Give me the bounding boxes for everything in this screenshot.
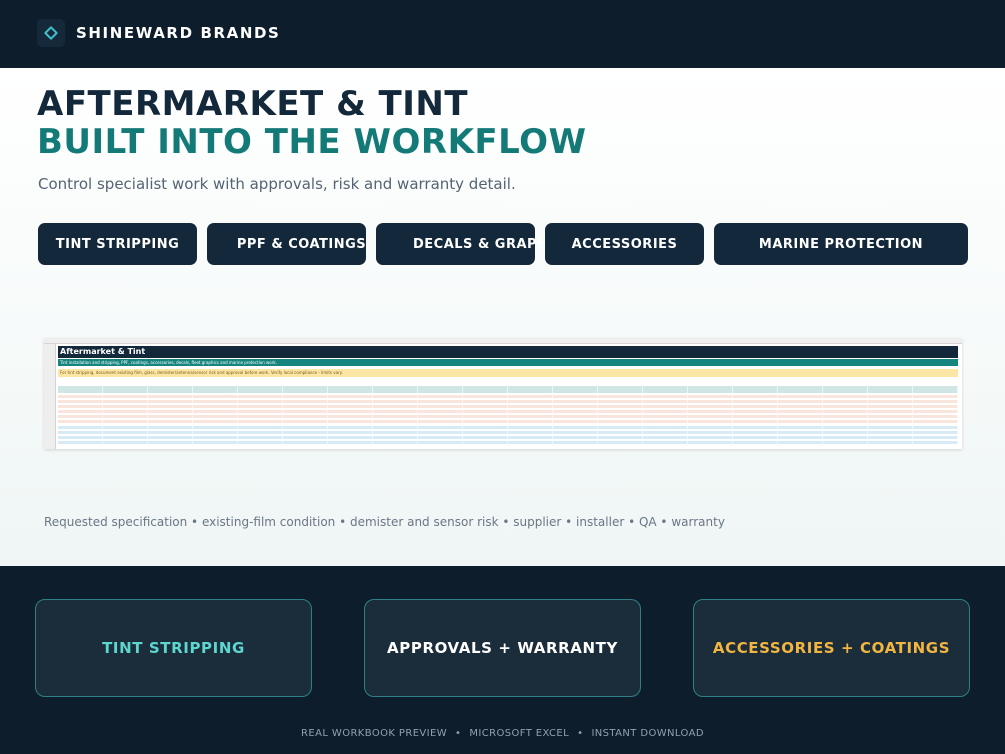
sheet-title: Aftermarket & Tint [58, 346, 958, 358]
sheet-warning-band: For tint stripping, document existing fi… [58, 369, 958, 377]
footer-item-preview: REAL WORKBOOK PREVIEW [301, 728, 448, 739]
tab-decals-graphics[interactable]: DECALS & GRAPHICS [376, 223, 573, 265]
brand-logo[interactable] [37, 19, 65, 47]
workbook-preview-image: Aftermarket & Tint Tint installation and… [44, 338, 962, 449]
footer-item-download: INSTANT DOWNLOAD [591, 728, 704, 739]
brand-name[interactable]: SHINEWARD BRANDS [76, 24, 280, 42]
tab-accessories[interactable]: ACCESSORIES [545, 223, 704, 265]
footer-separator: • [577, 728, 584, 739]
tab-ppf-coatings[interactable]: PPF & COATINGS [207, 223, 366, 265]
top-header: SHINEWARD BRANDS [0, 0, 1005, 68]
feature-caption: Requested specification • existing-film … [44, 515, 725, 529]
footer-separator: • [455, 728, 462, 739]
tab-tint-stripping[interactable]: TINT STRIPPING [38, 223, 197, 265]
footer-strip: REAL WORKBOOK PREVIEW • MICROSOFT EXCEL • IN… [0, 728, 1005, 739]
diamond-icon [43, 25, 59, 41]
card-approvals-warranty[interactable]: APPROVALS + WARRANTY [364, 599, 641, 697]
hero-subtitle: Control specialist work with approvals, … [38, 175, 516, 193]
card-accessories-coatings[interactable]: ACCESSORIES + COATINGS [693, 599, 970, 697]
sheet-column-grid [58, 386, 958, 446]
sheet-row-headers [44, 344, 56, 449]
tab-marine-protection[interactable]: MARINE PROTECTION [714, 223, 968, 265]
sheet-column-headers [44, 338, 962, 344]
hero-title-line2: BUILT INTO THE WORKFLOW [37, 122, 587, 162]
card-tint-stripping[interactable]: TINT STRIPPING [35, 599, 312, 697]
hero-title-line1: AFTERMARKET & TINT [37, 84, 469, 124]
footer-item-excel: MICROSOFT EXCEL [469, 728, 570, 739]
sheet-description-band: Tint installation and stripping, PPF, co… [58, 359, 958, 366]
